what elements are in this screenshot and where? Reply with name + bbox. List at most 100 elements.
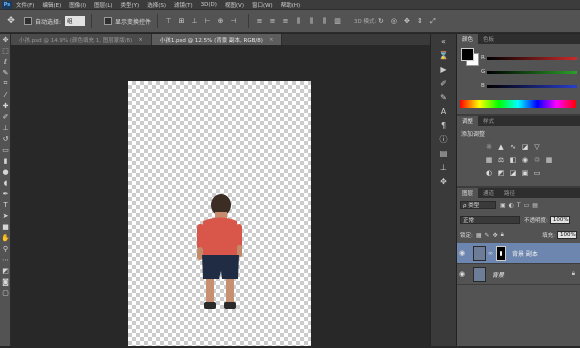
dodge-tool-icon[interactable]: ◖ <box>0 177 11 188</box>
blur-tool-icon[interactable]: ● <box>0 166 11 177</box>
invert-icon[interactable]: ◐ <box>483 167 495 178</box>
photo-filter-icon[interactable]: ◉ <box>519 154 531 165</box>
show-transform-checkbox[interactable] <box>104 17 113 25</box>
exposure-icon[interactable]: ◪ <box>519 141 531 152</box>
eyedropper-tool-icon[interactable]: ⁄ <box>0 89 11 100</box>
canvas-workspace[interactable] <box>11 45 430 346</box>
slide-3d-icon[interactable]: ⇕ <box>415 17 424 26</box>
lasso-tool-icon[interactable]: ℓ <box>0 56 11 67</box>
fg-bg-swatches[interactable] <box>461 48 479 66</box>
document-canvas[interactable] <box>128 81 311 346</box>
menu-image[interactable]: 图像(I) <box>69 1 86 9</box>
tab-layers[interactable]: 图层 <box>457 188 479 198</box>
menu-filter[interactable]: 滤镜(T) <box>174 1 193 9</box>
roll-3d-icon[interactable]: ◎ <box>389 17 398 26</box>
menu-view[interactable]: 视图(V) <box>225 1 244 9</box>
filter-adjust-icon[interactable]: ◐ <box>509 202 514 209</box>
quick-mask-icon[interactable]: ◙ <box>0 276 11 287</box>
shape-tool-icon[interactable]: ■ <box>0 221 11 232</box>
slider-b-track[interactable] <box>487 84 577 88</box>
visibility-eye-icon[interactable]: ◉ <box>457 249 467 257</box>
lock-pixels-icon[interactable]: ✎ <box>485 232 490 239</box>
black-white-icon[interactable]: ◧ <box>507 154 519 165</box>
tab-styles[interactable]: 样式 <box>478 116 499 126</box>
close-icon[interactable]: × <box>269 37 274 43</box>
history-brush-tool-icon[interactable]: ↺ <box>0 133 11 144</box>
layer-mask-thumbnail[interactable] <box>496 245 506 261</box>
doc-tab[interactable]: 小孩.psd @ 14.9% (颜色填充 1, 图层蒙版/8) × <box>11 34 152 45</box>
more-tools-icon[interactable]: ⋯ <box>0 254 11 265</box>
foreground-color-swatch[interactable] <box>461 48 474 61</box>
layer-row[interactable]: ◉ ∞ 背景 副本 <box>457 243 580 264</box>
filter-type-icon[interactable]: T <box>517 202 521 209</box>
layer-row[interactable]: ◉ 背景 🔒︎ <box>457 264 580 285</box>
crop-tool-icon[interactable]: ⌗ <box>0 78 11 89</box>
close-icon[interactable]: × <box>138 37 143 43</box>
clone-source-icon[interactable]: ⊥ <box>431 160 456 174</box>
menu-layer[interactable]: 图层(L) <box>94 1 112 9</box>
color-balance-icon[interactable]: ⚖ <box>495 154 507 165</box>
paragraph-icon[interactable]: ¶ <box>431 118 456 132</box>
drag-3d-icon[interactable]: ✥ <box>402 17 411 26</box>
align-center-icon[interactable]: ⊕ <box>216 17 225 26</box>
tool-presets-icon[interactable]: ✥ <box>431 174 456 188</box>
vibrance-icon[interactable]: ▽ <box>531 141 543 152</box>
auto-select-dropdown[interactable]: 组 <box>65 16 86 26</box>
menu-file[interactable]: 文件(F) <box>16 1 34 9</box>
lock-position-icon[interactable]: ✥ <box>493 232 498 239</box>
lock-transparent-icon[interactable]: ▦ <box>476 232 482 239</box>
path-select-tool-icon[interactable]: ➤ <box>0 210 11 221</box>
auto-align-icon[interactable]: ▥ <box>333 17 342 26</box>
align-top-icon[interactable]: ⊤ <box>164 17 173 26</box>
levels-icon[interactable]: ▲ <box>495 141 507 152</box>
align-middle-icon[interactable]: ⊞ <box>177 17 186 26</box>
slider-r[interactable]: R <box>481 54 577 62</box>
healing-brush-tool-icon[interactable]: ✚ <box>0 100 11 111</box>
menu-type[interactable]: 类型(Y) <box>121 1 140 9</box>
brush-tool-icon[interactable]: ✐ <box>0 111 11 122</box>
menu-help[interactable]: 帮助(H) <box>281 1 300 9</box>
curves-icon[interactable]: ∿ <box>507 141 519 152</box>
menu-window[interactable]: 窗口(W) <box>252 1 273 9</box>
slider-g[interactable]: G <box>481 68 577 76</box>
color-lookup-icon[interactable]: ▦ <box>543 154 555 165</box>
posterize-icon[interactable]: ◩ <box>495 167 507 178</box>
brush-preset-icon[interactable]: ✐ <box>431 76 456 90</box>
foreground-background-icon[interactable]: ◩ <box>0 265 11 276</box>
opacity-input[interactable]: 100% <box>549 216 570 224</box>
actions-icon[interactable]: ▶ <box>431 62 456 76</box>
filter-shape-icon[interactable]: ▭ <box>524 202 530 209</box>
gradient-tool-icon[interactable]: ▮ <box>0 155 11 166</box>
character-icon[interactable]: A <box>431 104 456 118</box>
menu-3d[interactable]: 3D(D) <box>201 2 217 8</box>
color-spectrum[interactable] <box>460 100 576 108</box>
pen-tool-icon[interactable]: ✒ <box>0 188 11 199</box>
expand-panels-icon[interactable]: « <box>431 34 456 48</box>
tab-paths[interactable]: 路径 <box>499 188 520 198</box>
channel-mixer-icon[interactable]: ♲ <box>531 154 543 165</box>
type-tool-icon[interactable]: T <box>0 199 11 210</box>
auto-select-checkbox[interactable] <box>24 17 32 25</box>
properties-icon[interactable]: ▤ <box>431 146 456 160</box>
distribute-left-icon[interactable]: ⫼ <box>294 17 303 26</box>
gradient-map-icon[interactable]: ▭ <box>531 167 543 178</box>
distribute-center-icon[interactable]: ⫼ <box>307 17 316 26</box>
fill-input[interactable]: 100% <box>557 231 577 239</box>
scale-3d-icon[interactable]: ⤢ <box>428 17 437 26</box>
slider-r-track[interactable] <box>487 56 577 60</box>
hue-saturation-icon[interactable]: ▦ <box>483 154 495 165</box>
tab-channels[interactable]: 通道 <box>478 188 499 198</box>
link-icon[interactable]: ∞ <box>488 250 493 257</box>
lock-all-icon[interactable]: 🔒︎ <box>501 231 504 239</box>
filter-smart-icon[interactable]: ▤ <box>532 202 538 209</box>
move-tool-icon[interactable]: ✥ <box>4 14 18 28</box>
slider-b[interactable]: B <box>481 82 577 90</box>
eraser-tool-icon[interactable]: ▭ <box>0 144 11 155</box>
hand-tool-icon[interactable]: ✋ <box>0 232 11 243</box>
info-icon[interactable]: ⓘ <box>431 132 456 146</box>
distribute-middle-icon[interactable]: ≡ <box>268 17 277 26</box>
doc-tab-active[interactable]: 小孩1.psd @ 12.5% (背景 副本, RGB/8) × <box>151 34 283 45</box>
distribute-right-icon[interactable]: ⫼ <box>320 17 329 26</box>
filter-pixel-icon[interactable]: ▣ <box>500 202 506 209</box>
threshold-icon[interactable]: ◪ <box>507 167 519 178</box>
